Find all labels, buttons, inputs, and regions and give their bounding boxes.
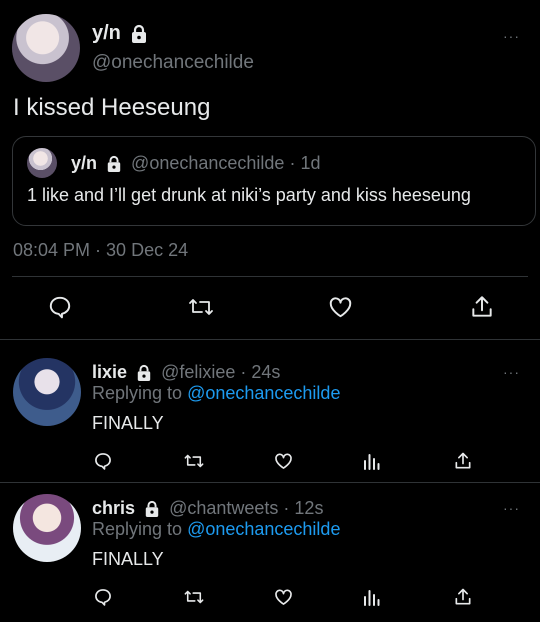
- divider: [12, 276, 528, 277]
- avatar[interactable]: [13, 494, 81, 562]
- display-name[interactable]: lixie: [92, 362, 127, 382]
- avatar: [27, 148, 57, 178]
- display-name: y/n: [71, 153, 98, 173]
- tweet-author[interactable]: y/n: [92, 22, 148, 45]
- handle[interactable]: @chantweets: [169, 498, 278, 518]
- replying-prefix: Replying to: [92, 383, 183, 403]
- retweet-icon[interactable]: [183, 451, 205, 471]
- mention-link[interactable]: @onechancechilde: [187, 519, 340, 539]
- share-icon[interactable]: [453, 451, 473, 471]
- retweet-icon[interactable]: [187, 294, 215, 320]
- timestamp[interactable]: 08:04 PM · 30 Dec 24: [13, 240, 188, 261]
- heart-icon[interactable]: [327, 294, 354, 320]
- reply-icon[interactable]: [93, 451, 113, 471]
- reply-icon[interactable]: [93, 587, 113, 607]
- timestamp[interactable]: 12s: [294, 498, 323, 518]
- replying-prefix: Replying to: [92, 519, 183, 539]
- mention-link[interactable]: @onechancechilde: [187, 383, 340, 403]
- handle[interactable]: @onechancechilde: [92, 52, 254, 74]
- heart-icon[interactable]: [273, 451, 294, 471]
- share-icon[interactable]: [469, 294, 495, 320]
- tweet-text: I kissed Heeseung: [13, 94, 211, 121]
- reply-tweet[interactable]: lixie @felixiee · 24s ··· Replying to @o…: [0, 340, 540, 480]
- lock-icon: [130, 24, 148, 44]
- display-name[interactable]: chris: [92, 498, 135, 518]
- reply-header: lixie @felixiee · 24s: [92, 362, 280, 383]
- tweet-actions: [0, 294, 540, 322]
- handle: @onechancechilde: [131, 153, 285, 173]
- share-icon[interactable]: [453, 587, 473, 607]
- separator-dot: ·: [283, 498, 290, 518]
- replying-to: Replying to @onechancechilde: [92, 383, 340, 404]
- display-name[interactable]: y/n: [92, 22, 121, 44]
- avatar[interactable]: [12, 14, 80, 82]
- quoted-text: 1 like and I’ll get drunk at niki’s part…: [27, 185, 471, 205]
- reply-icon[interactable]: [47, 294, 73, 320]
- analytics-icon[interactable]: [363, 587, 381, 607]
- more-options-icon[interactable]: ···: [503, 500, 520, 516]
- reply-text: FINALLY: [92, 549, 164, 569]
- reply-header: chris @chantweets · 12s: [92, 498, 323, 519]
- lock-icon: [144, 500, 160, 518]
- handle[interactable]: @felixiee: [161, 362, 235, 382]
- separator-dot: ·: [240, 362, 247, 382]
- lock-icon: [106, 155, 122, 173]
- timestamp[interactable]: 24s: [251, 362, 280, 382]
- analytics-icon[interactable]: [363, 451, 381, 471]
- retweet-icon[interactable]: [183, 587, 205, 607]
- timestamp: 1d: [300, 153, 321, 173]
- more-options-icon[interactable]: ···: [503, 28, 520, 44]
- heart-icon[interactable]: [273, 587, 294, 607]
- lock-icon: [136, 364, 152, 382]
- separator-dot: ·: [289, 153, 296, 173]
- replying-to: Replying to @onechancechilde: [92, 519, 340, 540]
- more-options-icon[interactable]: ···: [503, 364, 520, 380]
- reply-tweet[interactable]: chris @chantweets · 12s ··· Replying to …: [0, 476, 540, 622]
- quoted-header: y/n @onechancechilde · 1d: [71, 153, 321, 174]
- avatar[interactable]: [13, 358, 81, 426]
- reply-text: FINALLY: [92, 413, 164, 433]
- quoted-tweet[interactable]: y/n @onechancechilde · 1d 1 like and I’l…: [12, 136, 536, 226]
